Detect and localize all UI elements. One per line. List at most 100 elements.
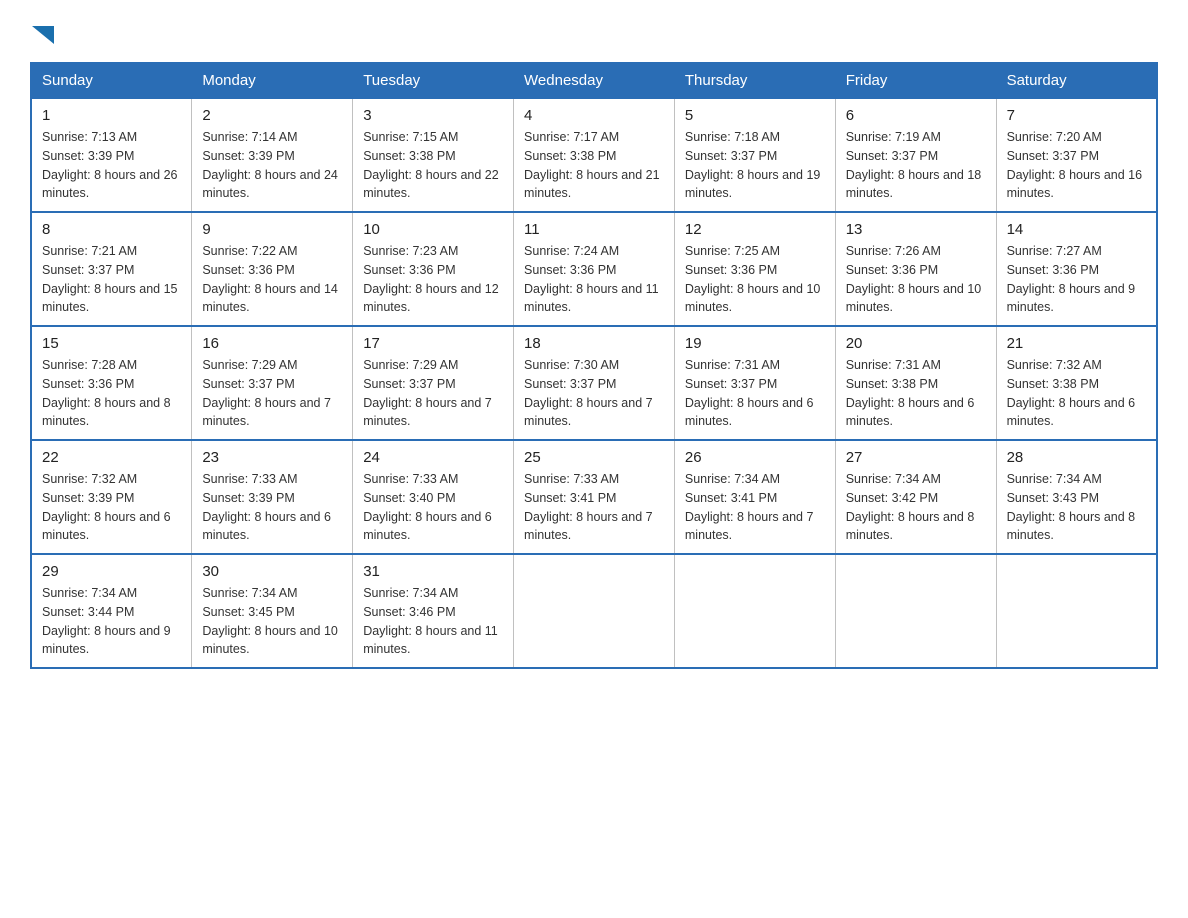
daylight-label: Daylight: 8 hours and 9 minutes. xyxy=(1007,282,1136,315)
day-info: Sunrise: 7:28 AM Sunset: 3:36 PM Dayligh… xyxy=(42,356,181,431)
day-info: Sunrise: 7:20 AM Sunset: 3:37 PM Dayligh… xyxy=(1007,128,1146,203)
calendar-cell: 14 Sunrise: 7:27 AM Sunset: 3:36 PM Dayl… xyxy=(996,212,1157,326)
sunset-label: Sunset: 3:38 PM xyxy=(1007,377,1099,391)
calendar-week-row: 8 Sunrise: 7:21 AM Sunset: 3:37 PM Dayli… xyxy=(31,212,1157,326)
day-info: Sunrise: 7:14 AM Sunset: 3:39 PM Dayligh… xyxy=(202,128,342,203)
sunset-label: Sunset: 3:38 PM xyxy=(846,377,938,391)
day-number: 16 xyxy=(202,335,342,352)
sunrise-label: Sunrise: 7:17 AM xyxy=(524,130,619,144)
day-number: 20 xyxy=(846,335,986,352)
sunrise-label: Sunrise: 7:20 AM xyxy=(1007,130,1102,144)
logo-arrow-icon xyxy=(32,26,54,44)
day-number: 5 xyxy=(685,107,825,124)
sunset-label: Sunset: 3:36 PM xyxy=(363,263,455,277)
sunset-label: Sunset: 3:37 PM xyxy=(846,149,938,163)
daylight-label: Daylight: 8 hours and 8 minutes. xyxy=(846,510,975,543)
calendar-cell: 29 Sunrise: 7:34 AM Sunset: 3:44 PM Dayl… xyxy=(31,554,192,668)
sunset-label: Sunset: 3:37 PM xyxy=(202,377,294,391)
daylight-label: Daylight: 8 hours and 16 minutes. xyxy=(1007,168,1143,201)
day-number: 23 xyxy=(202,449,342,466)
day-info: Sunrise: 7:32 AM Sunset: 3:38 PM Dayligh… xyxy=(1007,356,1146,431)
daylight-label: Daylight: 8 hours and 22 minutes. xyxy=(363,168,499,201)
day-number: 12 xyxy=(685,221,825,238)
day-number: 2 xyxy=(202,107,342,124)
day-info: Sunrise: 7:34 AM Sunset: 3:46 PM Dayligh… xyxy=(363,584,503,659)
sunrise-label: Sunrise: 7:31 AM xyxy=(846,358,941,372)
calendar-cell: 31 Sunrise: 7:34 AM Sunset: 3:46 PM Dayl… xyxy=(353,554,514,668)
daylight-label: Daylight: 8 hours and 19 minutes. xyxy=(685,168,821,201)
daylight-label: Daylight: 8 hours and 12 minutes. xyxy=(363,282,499,315)
sunrise-label: Sunrise: 7:30 AM xyxy=(524,358,619,372)
daylight-label: Daylight: 8 hours and 10 minutes. xyxy=(685,282,821,315)
daylight-label: Daylight: 8 hours and 6 minutes. xyxy=(1007,396,1136,429)
sunset-label: Sunset: 3:38 PM xyxy=(524,149,616,163)
sunset-label: Sunset: 3:41 PM xyxy=(685,491,777,505)
sunset-label: Sunset: 3:39 PM xyxy=(42,491,134,505)
daylight-label: Daylight: 8 hours and 15 minutes. xyxy=(42,282,178,315)
calendar-cell: 25 Sunrise: 7:33 AM Sunset: 3:41 PM Dayl… xyxy=(514,440,675,554)
calendar-week-row: 15 Sunrise: 7:28 AM Sunset: 3:36 PM Dayl… xyxy=(31,326,1157,440)
sunset-label: Sunset: 3:37 PM xyxy=(1007,149,1099,163)
day-number: 13 xyxy=(846,221,986,238)
sunrise-label: Sunrise: 7:15 AM xyxy=(363,130,458,144)
sunset-label: Sunset: 3:36 PM xyxy=(846,263,938,277)
sunset-label: Sunset: 3:36 PM xyxy=(524,263,616,277)
daylight-label: Daylight: 8 hours and 6 minutes. xyxy=(846,396,975,429)
sunset-label: Sunset: 3:44 PM xyxy=(42,605,134,619)
weekday-header-monday: Monday xyxy=(192,63,353,98)
sunrise-label: Sunrise: 7:34 AM xyxy=(363,586,458,600)
day-number: 29 xyxy=(42,563,181,580)
day-info: Sunrise: 7:34 AM Sunset: 3:41 PM Dayligh… xyxy=(685,470,825,545)
day-info: Sunrise: 7:33 AM Sunset: 3:40 PM Dayligh… xyxy=(363,470,503,545)
calendar-cell: 8 Sunrise: 7:21 AM Sunset: 3:37 PM Dayli… xyxy=(31,212,192,326)
sunrise-label: Sunrise: 7:18 AM xyxy=(685,130,780,144)
calendar-cell: 2 Sunrise: 7:14 AM Sunset: 3:39 PM Dayli… xyxy=(192,98,353,212)
sunset-label: Sunset: 3:39 PM xyxy=(202,491,294,505)
day-info: Sunrise: 7:23 AM Sunset: 3:36 PM Dayligh… xyxy=(363,242,503,317)
sunrise-label: Sunrise: 7:34 AM xyxy=(685,472,780,486)
day-number: 3 xyxy=(363,107,503,124)
day-info: Sunrise: 7:34 AM Sunset: 3:42 PM Dayligh… xyxy=(846,470,986,545)
day-info: Sunrise: 7:34 AM Sunset: 3:44 PM Dayligh… xyxy=(42,584,181,659)
sunrise-label: Sunrise: 7:29 AM xyxy=(202,358,297,372)
day-number: 11 xyxy=(524,221,664,238)
daylight-label: Daylight: 8 hours and 7 minutes. xyxy=(363,396,492,429)
calendar-cell: 27 Sunrise: 7:34 AM Sunset: 3:42 PM Dayl… xyxy=(835,440,996,554)
daylight-label: Daylight: 8 hours and 7 minutes. xyxy=(524,510,653,543)
day-info: Sunrise: 7:19 AM Sunset: 3:37 PM Dayligh… xyxy=(846,128,986,203)
day-info: Sunrise: 7:13 AM Sunset: 3:39 PM Dayligh… xyxy=(42,128,181,203)
day-info: Sunrise: 7:24 AM Sunset: 3:36 PM Dayligh… xyxy=(524,242,664,317)
calendar-header-row: SundayMondayTuesdayWednesdayThursdayFrid… xyxy=(31,63,1157,98)
daylight-label: Daylight: 8 hours and 18 minutes. xyxy=(846,168,982,201)
calendar-cell xyxy=(674,554,835,668)
day-number: 10 xyxy=(363,221,503,238)
calendar-cell: 5 Sunrise: 7:18 AM Sunset: 3:37 PM Dayli… xyxy=(674,98,835,212)
day-info: Sunrise: 7:33 AM Sunset: 3:39 PM Dayligh… xyxy=(202,470,342,545)
calendar-cell: 23 Sunrise: 7:33 AM Sunset: 3:39 PM Dayl… xyxy=(192,440,353,554)
calendar-cell: 13 Sunrise: 7:26 AM Sunset: 3:36 PM Dayl… xyxy=(835,212,996,326)
calendar-week-row: 22 Sunrise: 7:32 AM Sunset: 3:39 PM Dayl… xyxy=(31,440,1157,554)
sunrise-label: Sunrise: 7:34 AM xyxy=(202,586,297,600)
sunset-label: Sunset: 3:37 PM xyxy=(42,263,134,277)
day-info: Sunrise: 7:31 AM Sunset: 3:37 PM Dayligh… xyxy=(685,356,825,431)
calendar-cell: 11 Sunrise: 7:24 AM Sunset: 3:36 PM Dayl… xyxy=(514,212,675,326)
sunset-label: Sunset: 3:36 PM xyxy=(202,263,294,277)
sunset-label: Sunset: 3:40 PM xyxy=(363,491,455,505)
day-number: 27 xyxy=(846,449,986,466)
sunset-label: Sunset: 3:43 PM xyxy=(1007,491,1099,505)
day-number: 24 xyxy=(363,449,503,466)
daylight-label: Daylight: 8 hours and 14 minutes. xyxy=(202,282,338,315)
day-info: Sunrise: 7:26 AM Sunset: 3:36 PM Dayligh… xyxy=(846,242,986,317)
sunrise-label: Sunrise: 7:25 AM xyxy=(685,244,780,258)
daylight-label: Daylight: 8 hours and 7 minutes. xyxy=(524,396,653,429)
day-info: Sunrise: 7:29 AM Sunset: 3:37 PM Dayligh… xyxy=(202,356,342,431)
daylight-label: Daylight: 8 hours and 11 minutes. xyxy=(363,624,498,657)
calendar-week-row: 29 Sunrise: 7:34 AM Sunset: 3:44 PM Dayl… xyxy=(31,554,1157,668)
day-number: 19 xyxy=(685,335,825,352)
sunset-label: Sunset: 3:36 PM xyxy=(1007,263,1099,277)
weekday-header-friday: Friday xyxy=(835,63,996,98)
sunset-label: Sunset: 3:37 PM xyxy=(363,377,455,391)
sunset-label: Sunset: 3:38 PM xyxy=(363,149,455,163)
calendar-cell: 26 Sunrise: 7:34 AM Sunset: 3:41 PM Dayl… xyxy=(674,440,835,554)
daylight-label: Daylight: 8 hours and 10 minutes. xyxy=(202,624,338,657)
